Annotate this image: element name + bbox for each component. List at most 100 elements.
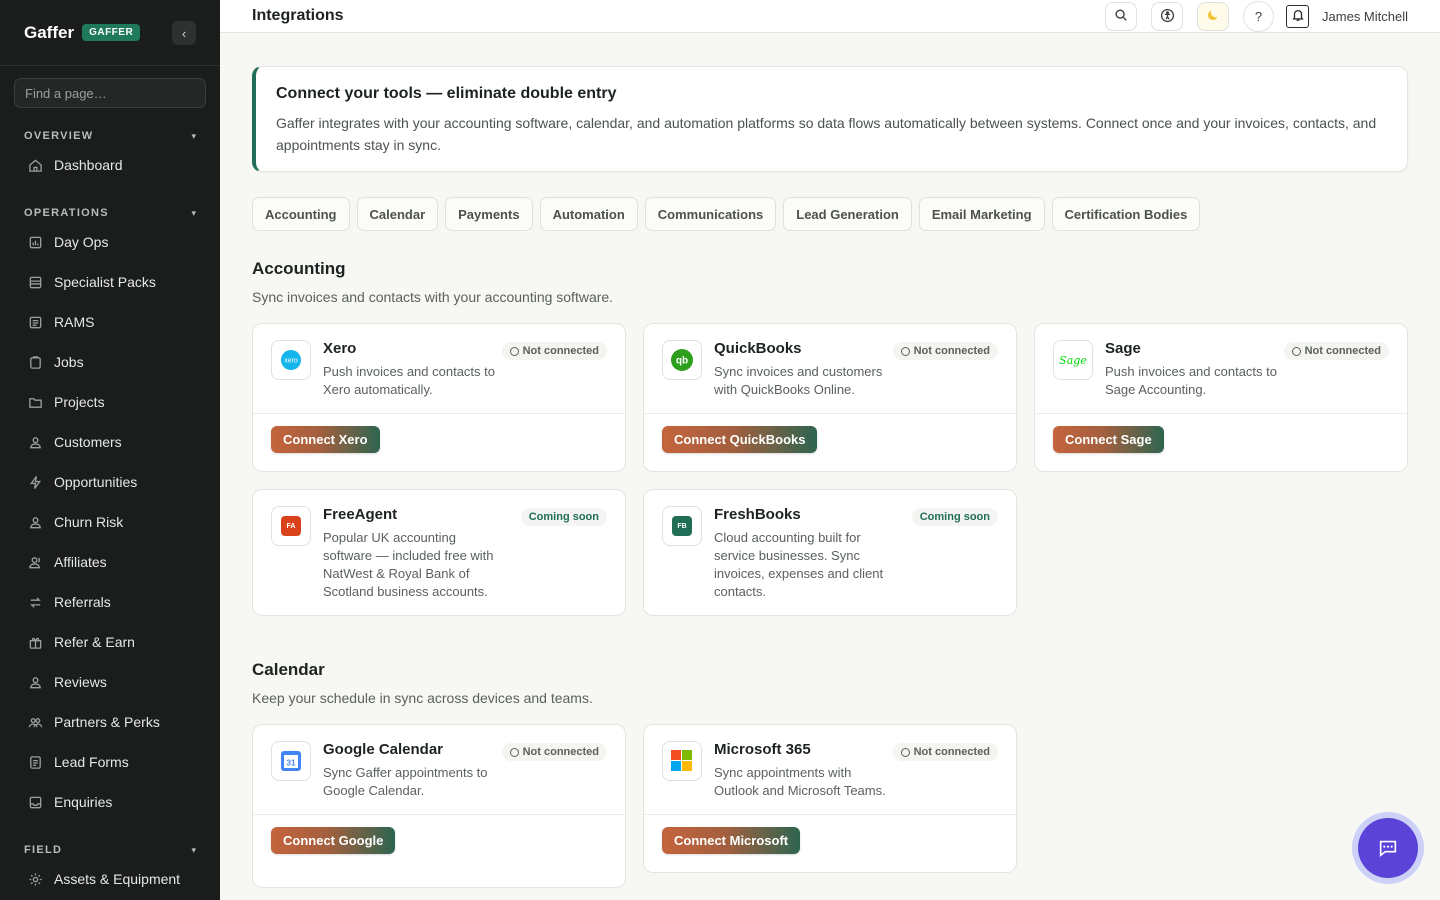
section-title-accounting: Accounting <box>252 259 346 278</box>
sidebar-item-affiliates[interactable]: Affiliates <box>0 542 220 582</box>
section-label: OPERATIONS <box>24 207 109 219</box>
chat-button[interactable] <box>1352 812 1424 884</box>
sidebar-item-jobs[interactable]: Jobs <box>0 342 220 382</box>
sidebar-item-opportunities[interactable]: Opportunities <box>0 462 220 502</box>
sidebar-item-label: Refer & Earn <box>54 634 135 650</box>
sidebar-item-rams[interactable]: RAMS <box>0 302 220 342</box>
chevron-down-icon: ▾ <box>191 844 196 855</box>
sidebar-item-assets-equipment[interactable]: Assets & Equipment <box>0 859 220 899</box>
circle-icon <box>900 346 910 356</box>
section-overview[interactable]: OVERVIEW ▾ <box>0 130 220 142</box>
status-badge: Coming soon <box>911 508 998 526</box>
card-desc: Push invoices and contacts to Xero autom… <box>323 364 495 397</box>
integration-card-freshbooks: FB FreshBooks Cloud accounting built for… <box>643 489 1017 616</box>
tab-certification-bodies[interactable]: Certification Bodies <box>1051 197 1201 231</box>
tab-email-marketing[interactable]: Email Marketing <box>918 197 1045 231</box>
section-field[interactable]: FIELD ▾ <box>0 844 220 856</box>
sidebar-item-lead-forms[interactable]: Lead Forms <box>0 742 220 782</box>
sidebar-item-label: Affiliates <box>54 554 107 570</box>
clipboard-icon <box>26 353 44 371</box>
user-menu[interactable]: James Mitchell <box>1322 9 1408 24</box>
chat-bubble-icon <box>1358 818 1418 878</box>
bell-icon <box>1291 8 1305 25</box>
tab-lead-generation[interactable]: Lead Generation <box>783 197 912 231</box>
search-button[interactable] <box>1105 2 1138 31</box>
sidebar-item-label: Assets & Equipment <box>54 871 181 887</box>
help-button[interactable]: ? <box>1243 1 1275 32</box>
sidebar-item-label: Customers <box>54 434 122 450</box>
sidebar-item-specialist-packs[interactable]: Specialist Packs <box>0 262 220 302</box>
sidebar-item-dashboard[interactable]: Dashboard <box>0 145 220 185</box>
sidebar-item-label: RAMS <box>54 314 95 330</box>
calendar-grid: 31 Google Calendar Sync Gaffer appointme… <box>252 724 1408 888</box>
user-icon <box>26 513 44 531</box>
topbar: Integrations ? James Mitchell <box>220 0 1440 33</box>
sidebar-item-enquiries[interactable]: Enquiries <box>0 782 220 822</box>
status-badge: Coming soon <box>520 508 607 526</box>
sidebar: Gaffer GAFFER ‹ OVERVIEW ▾ Dashboard OPE… <box>0 0 220 900</box>
card-name: Sage <box>1105 340 1141 357</box>
sidebar-item-projects[interactable]: Projects <box>0 382 220 422</box>
accessibility-button[interactable] <box>1151 2 1184 31</box>
connect-google-button[interactable]: Connect Google <box>271 827 396 854</box>
connect-xero-button[interactable]: Connect Xero <box>271 426 380 453</box>
notifications-button[interactable] <box>1286 5 1310 28</box>
partners-icon <box>26 713 44 731</box>
freshbooks-logo-icon: FB <box>662 506 702 546</box>
tab-calendar[interactable]: Calendar <box>356 197 439 231</box>
document-list-icon <box>26 313 44 331</box>
brand-name: Gaffer <box>24 22 75 42</box>
lightning-icon <box>26 473 44 491</box>
status-badge: Not connected <box>892 743 998 761</box>
sidebar-item-referrals[interactable]: Referrals <box>0 582 220 622</box>
integration-card-quickbooks: qb QuickBooks Sync invoices and customer… <box>643 323 1017 472</box>
tab-communications[interactable]: Communications <box>644 197 777 231</box>
brand: Gaffer GAFFER ‹ <box>0 0 220 66</box>
connect-sage-button[interactable]: Connect Sage <box>1053 426 1164 453</box>
sidebar-item-label: Dashboard <box>54 157 123 173</box>
gift-icon <box>26 633 44 651</box>
sidebar-item-label: Churn Risk <box>54 514 124 530</box>
intro-banner: Connect your tools — eliminate double en… <box>252 66 1408 172</box>
card-desc: Sync Gaffer appointments to Google Calen… <box>323 765 488 798</box>
sidebar-item-label: Specialist Packs <box>54 274 156 290</box>
sidebar-item-churn-risk[interactable]: Churn Risk <box>0 502 220 542</box>
moon-icon <box>1206 8 1220 25</box>
sidebar-item-reviews[interactable]: Reviews <box>0 662 220 702</box>
page-search[interactable] <box>14 78 206 108</box>
page-search-input[interactable] <box>25 85 195 101</box>
status-badge: Not connected <box>501 342 607 360</box>
form-icon <box>26 753 44 771</box>
sidebar-item-refer-earn[interactable]: Refer & Earn <box>0 622 220 662</box>
sidebar-item-customers[interactable]: Customers <box>0 422 220 462</box>
sidebar-collapse-button[interactable]: ‹ <box>172 21 196 45</box>
sidebar-item-label: Partners & Perks <box>54 714 160 730</box>
gear-icon <box>26 870 44 888</box>
section-operations[interactable]: OPERATIONS ▾ <box>0 207 220 219</box>
quickbooks-logo-icon: qb <box>662 340 702 380</box>
category-tabs: Accounting Calendar Payments Automation … <box>252 197 1408 231</box>
tab-accounting[interactable]: Accounting <box>252 197 350 231</box>
sidebar-item-label: Enquiries <box>54 794 113 810</box>
card-desc: Cloud accounting built for service busin… <box>714 530 884 599</box>
tab-payments[interactable]: Payments <box>445 197 533 231</box>
tab-automation[interactable]: Automation <box>539 197 638 231</box>
connect-quickbooks-button[interactable]: Connect QuickBooks <box>662 426 818 453</box>
status-badge: Not connected <box>501 743 607 761</box>
card-name: Xero <box>323 340 357 357</box>
sidebar-item-label: Jobs <box>54 354 84 370</box>
connect-microsoft-button[interactable]: Connect Microsoft <box>662 827 801 854</box>
sidebar-item-label: Projects <box>54 394 105 410</box>
integration-card-sage: Sage Sage Push invoices and contacts to … <box>1034 323 1408 472</box>
sidebar-item-day-ops[interactable]: Day Ops <box>0 222 220 262</box>
card-desc: Sync invoices and customers with QuickBo… <box>714 364 883 397</box>
sidebar-item-partners-perks[interactable]: Partners & Perks <box>0 702 220 742</box>
section-label: OVERVIEW <box>24 130 94 142</box>
theme-toggle-button[interactable] <box>1197 2 1230 31</box>
section-desc-accounting: Sync invoices and contacts with your acc… <box>252 289 614 305</box>
main-content: Connect your tools — eliminate double en… <box>252 66 1408 888</box>
section-title-calendar: Calendar <box>252 660 325 679</box>
xero-logo-icon: xero <box>271 340 311 380</box>
circle-icon <box>1291 346 1301 356</box>
sidebar-item-label: Opportunities <box>54 474 138 490</box>
